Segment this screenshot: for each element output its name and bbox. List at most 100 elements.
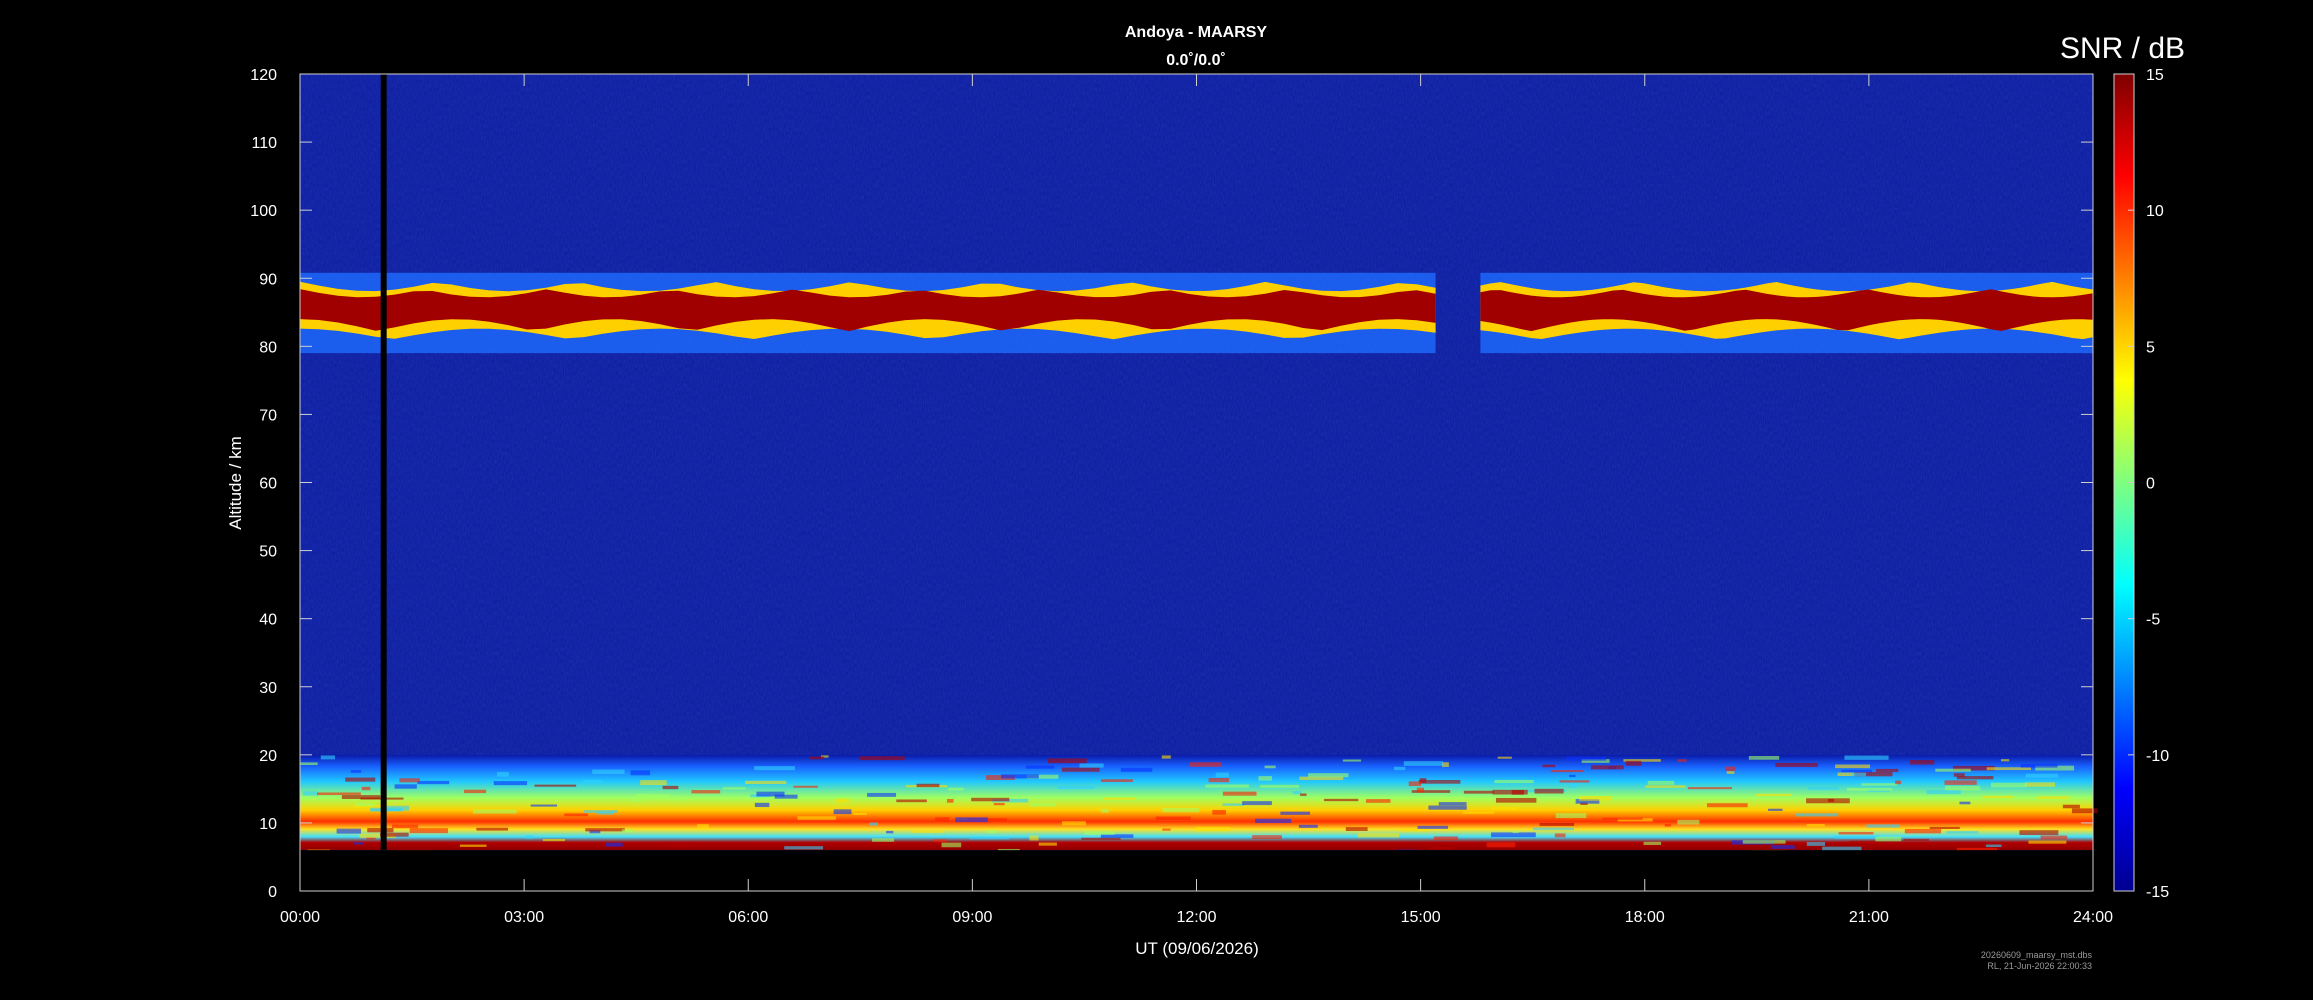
echo-speckle: [1162, 808, 1200, 813]
echo-speckle: [583, 779, 602, 784]
echo-speckle: [1298, 824, 1318, 828]
x-tick-label: 24:00: [2073, 909, 2113, 926]
echo-speckle: [1342, 759, 1362, 762]
echo-speckle: [530, 804, 558, 807]
echo-speckle: [1308, 773, 1349, 778]
echo-speckle: [1625, 760, 1642, 766]
echo-speckle: [583, 810, 618, 813]
echo-speckle: [1555, 813, 1587, 819]
echo-speckle: [1029, 802, 1056, 807]
echo-speckle: [946, 798, 954, 803]
echo-speckle: [1491, 832, 1536, 838]
echo-speckle: [774, 794, 798, 799]
echo-speckle: [1491, 806, 1518, 810]
echo-speckle: [1945, 785, 1981, 791]
echo-speckle: [1100, 808, 1109, 813]
echo-speckle: [1102, 797, 1136, 800]
echo-speckle: [564, 813, 589, 817]
echo-speckle: [1161, 755, 1171, 759]
echo-speckle: [355, 803, 376, 807]
echo-speckle: [1417, 825, 1449, 829]
echo-speckle: [1748, 755, 1780, 760]
echo-speckle: [1162, 828, 1171, 831]
x-tick-label: 12:00: [1176, 909, 1216, 926]
echo-speckle: [1990, 782, 2027, 788]
echo-speckle: [592, 769, 625, 775]
echo-speckle: [1904, 828, 1942, 834]
echo-speckle: [1706, 803, 1748, 808]
y-tick-label: 40: [259, 612, 277, 629]
echo-speckle: [1566, 756, 1607, 761]
echo-speckle: [1222, 803, 1245, 806]
echo-speckle: [1559, 780, 1590, 783]
echo-speckle: [2000, 759, 2010, 762]
echo-speckle: [1057, 785, 1095, 790]
echo-speckle: [2019, 830, 2059, 836]
y-tick-label: 20: [259, 748, 277, 765]
echo-speckle: [1497, 756, 1512, 759]
echo-speckle: [1215, 772, 1230, 778]
echo-speckle: [835, 798, 850, 803]
echo-speckle: [409, 828, 448, 834]
colorbar-tick-label: -5: [2146, 612, 2160, 629]
echo-speckle: [1590, 765, 1624, 770]
echo-speckle: [1946, 831, 1979, 834]
echo-speckle: [722, 787, 746, 790]
echo-speckle: [1808, 786, 1839, 790]
echo-speckle: [534, 784, 577, 787]
echo-speckle: [1664, 823, 1672, 827]
echo-speckle: [1079, 763, 1104, 768]
echo-speckle: [1742, 840, 1786, 844]
echo-speckle: [476, 827, 509, 831]
y-tick-label: 60: [259, 476, 277, 493]
echo-speckle: [1408, 781, 1422, 787]
echo-speckle: [1462, 811, 1495, 814]
colorbar-tick-label: 0: [2146, 476, 2155, 493]
echo-speckle: [1677, 819, 1700, 825]
echo-speckle: [463, 789, 487, 794]
echo-speckle: [986, 829, 997, 834]
echo-speckle: [1258, 776, 1272, 781]
echo-speckle: [784, 846, 824, 850]
echo-speckle: [1463, 790, 1494, 794]
echo-speckle: [1956, 776, 1994, 780]
echo-speckle: [493, 781, 528, 786]
echo-speckle: [1875, 768, 1899, 772]
snr-chart: Andoya - MAARSY 0.0˚/0.0˚ 00:00 03:00 06:0…: [226, 24, 2185, 971]
echo-speckle: [1324, 798, 1359, 802]
x-tick-label: 21:00: [1849, 909, 1889, 926]
colorbar-tick-label: -15: [2146, 884, 2169, 901]
echo-speckle: [1532, 827, 1575, 831]
echo-speckle: [648, 794, 670, 799]
y-tick-label: 120: [250, 67, 277, 84]
y-tick-label: 90: [259, 271, 277, 288]
x-tick-label: 09:00: [952, 909, 992, 926]
echo-speckle: [417, 780, 450, 785]
colorbar-title: SNR / dB: [2060, 32, 2185, 65]
echo-speckle: [1539, 822, 1575, 826]
echo-speckle: [1081, 837, 1121, 840]
echo-speckle: [916, 783, 940, 788]
plot-area: [299, 73, 2098, 892]
echo-speckle: [1806, 842, 1826, 846]
echo-speckle: [1155, 816, 1191, 820]
y-tick-label: 0: [268, 884, 277, 901]
echo-speckle: [1025, 765, 1055, 769]
colorbar-tick-label: -10: [2146, 748, 2169, 765]
echo-speckle: [459, 844, 487, 847]
echo-speckle: [640, 780, 667, 786]
echo-speckle: [1838, 832, 1874, 835]
echo-speckle: [1208, 777, 1230, 783]
echo-speckle: [969, 836, 1010, 840]
echo-speckle: [1903, 838, 1930, 841]
x-tick-label: 06:00: [728, 909, 768, 926]
echo-speckle: [833, 809, 852, 815]
y-tick-label: 110: [251, 135, 277, 152]
echo-speckle: [630, 770, 651, 776]
echo-speckle: [1944, 780, 1977, 785]
echo-speckle: [1542, 764, 1556, 768]
colorbar-tick-label: 5: [2146, 339, 2155, 356]
echo-speckle: [2062, 804, 2080, 809]
echo-speckle: [935, 817, 950, 822]
echo-speckle: [1677, 759, 1687, 762]
